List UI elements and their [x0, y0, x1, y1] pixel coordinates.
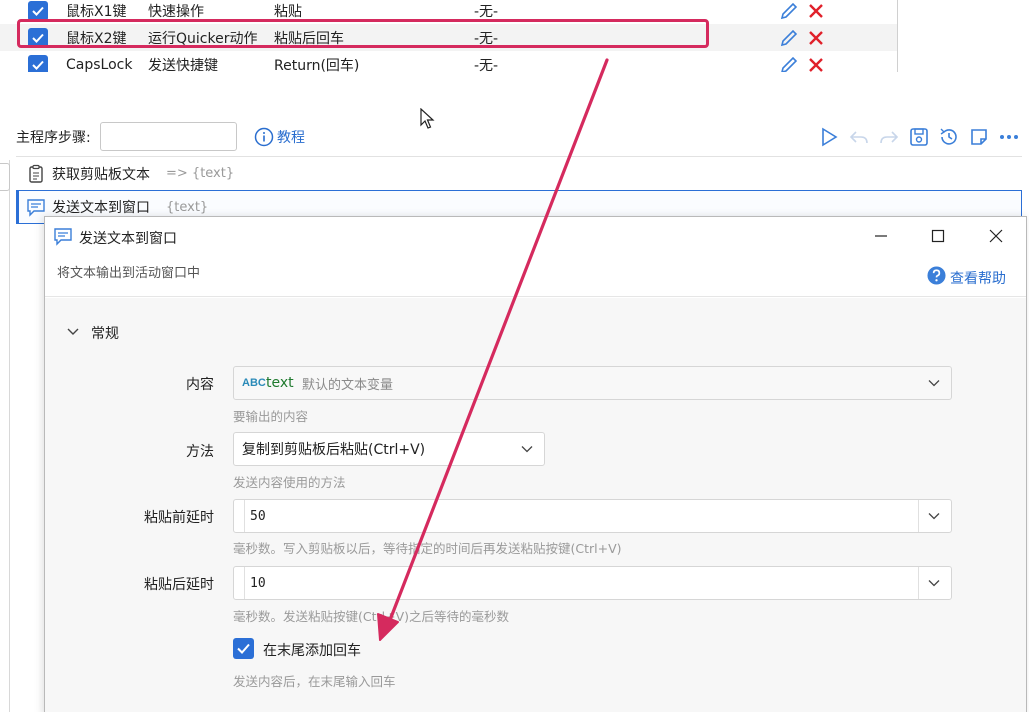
note-icon[interactable]: [968, 126, 990, 148]
dialog-title: 发送文本到窗口: [79, 231, 177, 247]
row-checkbox[interactable]: [28, 0, 48, 21]
step-search-input[interactable]: [100, 122, 237, 151]
var-description: 默认的文本变量: [302, 377, 394, 393]
method-hint: 发送内容使用的方法: [233, 475, 346, 490]
post-delay-value: 10: [250, 575, 266, 591]
table-row[interactable]: CapsLock 发送快捷键 Return(回车) -无-: [0, 51, 897, 73]
var-name: text: [266, 375, 294, 391]
pre-delay-label: 粘贴前延时: [144, 510, 214, 526]
hotkey-table: 鼠标X1键 快速操作 粘贴 -无- 鼠标X2键 运行Quicker动作 粘贴后回…: [0, 0, 898, 72]
hotkey-action: Return(回车): [274, 57, 360, 73]
step-output: => {text}: [166, 166, 235, 181]
delete-icon[interactable]: [807, 29, 825, 47]
append-enter-checkbox[interactable]: [233, 638, 254, 659]
chevron-down-icon[interactable]: [65, 324, 81, 340]
left-panel-input[interactable]: [0, 163, 10, 191]
step-list: 获取剪贴板文本 => {text} 发送文本到窗口 {text}: [16, 154, 1029, 224]
step-label: 主程序步骤:: [16, 130, 91, 146]
undo-icon[interactable]: [848, 126, 870, 148]
minimize-icon[interactable]: [870, 225, 892, 247]
chevron-down-icon[interactable]: [927, 376, 941, 390]
dialog-description: 将文本输出到活动窗口中: [57, 266, 201, 281]
content-label: 内容: [186, 377, 214, 393]
chevron-down-icon[interactable]: [927, 576, 941, 590]
more-icon[interactable]: [998, 126, 1020, 148]
method-select[interactable]: 复制到剪贴板后粘贴(Ctrl+V): [233, 432, 545, 466]
close-icon[interactable]: [985, 225, 1007, 247]
post-delay-input[interactable]: 10: [233, 566, 952, 600]
edit-pencil-icon[interactable]: [779, 1, 799, 21]
step-output: {text}: [166, 199, 209, 215]
step-title: 获取剪贴板文本: [52, 166, 150, 183]
info-icon[interactable]: [254, 127, 274, 147]
hotkey-condition: -无-: [474, 3, 499, 20]
redo-icon[interactable]: [878, 126, 900, 148]
hotkey-condition: -无-: [474, 57, 499, 73]
content-hint: 要输出的内容: [233, 409, 309, 424]
history-icon[interactable]: [938, 126, 960, 148]
step-title: 发送文本到窗口: [52, 200, 150, 216]
save-icon[interactable]: [908, 126, 930, 148]
content-field[interactable]: ABC text 默认的文本变量: [233, 366, 952, 400]
pre-delay-hint: 毫秒数。写入剪贴板以后，等待指定的时间后再发送粘贴按键(Ctrl+V): [233, 541, 622, 556]
section-title: 常规: [91, 326, 119, 342]
clipboard-icon: [29, 164, 43, 183]
hotkey-key: 鼠标X1键: [66, 3, 127, 20]
post-delay-hint: 毫秒数。发送粘贴按键(Ctrl+V)之后等待的毫秒数: [233, 609, 510, 624]
send-text-dialog: 发送文本到窗口 将文本输出到活动窗口中 查看帮助 常规 内容 ABC text …: [44, 216, 1027, 712]
post-delay-label: 粘贴后延时: [144, 577, 214, 593]
maximize-icon[interactable]: [927, 225, 949, 247]
tutorial-link[interactable]: 教程: [277, 127, 305, 147]
dialog-body: 常规 内容 ABC text 默认的文本变量 要输出的内容 方法 复制到剪贴板后…: [45, 298, 1026, 712]
help-icon[interactable]: [927, 266, 946, 285]
append-enter-label: 在末尾添加回车: [263, 643, 361, 659]
step-item[interactable]: 获取剪贴板文本 => {text}: [16, 156, 1022, 190]
pre-delay-value: 50: [250, 508, 266, 524]
left-panel-divider: [0, 160, 10, 712]
play-icon[interactable]: [818, 126, 840, 148]
hotkey-type: 快速操作: [148, 3, 204, 20]
chevron-down-icon[interactable]: [927, 509, 941, 523]
help-link[interactable]: 查看帮助: [950, 268, 1006, 288]
chevron-down-icon[interactable]: [520, 442, 534, 456]
row-checkbox[interactable]: [28, 54, 48, 72]
annotation-highlight-box: [17, 19, 709, 48]
message-icon: [27, 199, 45, 217]
check-icon: [32, 60, 44, 70]
method-value: 复制到剪贴板后粘贴(Ctrl+V): [242, 442, 426, 458]
message-icon: [54, 228, 72, 246]
delete-icon[interactable]: [807, 56, 825, 73]
hotkey-type: 发送快捷键: [148, 57, 218, 73]
delete-icon[interactable]: [807, 2, 825, 20]
hotkey-action: 粘贴: [274, 3, 302, 20]
var-type-badge: ABC: [242, 377, 266, 389]
pre-delay-input[interactable]: 50: [233, 499, 952, 533]
edit-pencil-icon[interactable]: [779, 28, 799, 48]
method-label: 方法: [186, 444, 214, 460]
check-icon: [237, 643, 250, 654]
mouse-cursor-icon: [420, 108, 435, 129]
check-icon: [32, 6, 44, 16]
dialog-header: 发送文本到窗口 将文本输出到活动窗口中 查看帮助: [45, 217, 1026, 297]
edit-pencil-icon[interactable]: [779, 55, 799, 73]
hotkey-key: CapsLock: [66, 56, 133, 73]
append-enter-hint: 发送内容后，在末尾输入回车: [233, 674, 396, 689]
